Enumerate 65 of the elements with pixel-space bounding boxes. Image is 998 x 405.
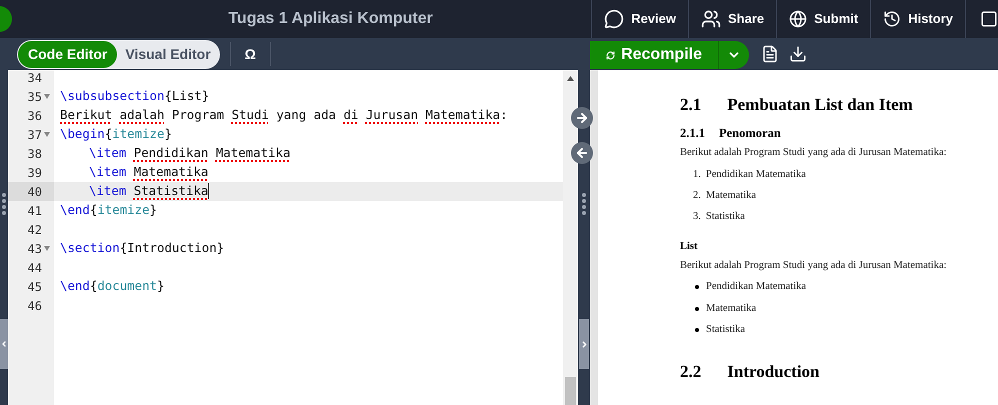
list-item: Pendidikan Matematika <box>706 280 806 294</box>
symbol-button[interactable]: Ω <box>240 44 260 64</box>
section-heading: 2.2 Introduction <box>680 361 821 383</box>
line-number: 41 <box>28 202 42 220</box>
download-icon[interactable] <box>789 45 807 63</box>
arrow-left-icon <box>575 146 589 160</box>
code-line: \section{Introduction} <box>60 239 224 258</box>
history-icon <box>883 10 902 28</box>
scroll-up-icon[interactable] <box>567 76 574 81</box>
grip-icon[interactable] <box>2 193 6 215</box>
subsection-heading: 2.1.1 Penomoran <box>680 124 782 142</box>
section-heading: 2.1 Pembuatan List dan Item <box>680 94 914 116</box>
code-line: Berikut adalah Program Studi yang ada di Jurusan Matematika: <box>60 106 508 124</box>
comment-icon <box>604 9 624 29</box>
text-cursor <box>208 183 210 200</box>
code-line: \end{document} <box>60 277 164 296</box>
line-number: 37 <box>28 126 42 144</box>
line-number: 35 <box>28 88 42 106</box>
chevron-left-icon <box>0 340 8 348</box>
grip-icon[interactable] <box>582 193 586 215</box>
code-line: \end{itemize} <box>60 201 157 220</box>
paragraph: Berikut adalah Program Studi yang ada di Jurusan Matematika: <box>680 258 948 273</box>
list-item: Matematika <box>706 188 756 203</box>
code-line: \item Matematika <box>89 163 208 182</box>
fold-icon[interactable] <box>44 246 50 251</box>
paragraph: Berikut adalah Program Studi yang ada di Jurusan Matematika: <box>680 146 948 160</box>
code-line: \item Pendidikan Matematika <box>89 144 290 162</box>
line-number: 44 <box>28 260 42 276</box>
list-number: 1. <box>693 168 701 182</box>
line-number: 43 <box>28 240 42 258</box>
bullet-icon <box>695 285 699 290</box>
layout-icon[interactable] <box>980 10 998 28</box>
document-icon[interactable] <box>761 45 779 63</box>
project-title: Tugas 1 Aplikasi Komputer <box>228 9 433 29</box>
fold-icon[interactable] <box>44 94 50 99</box>
editor-mode-tab[interactable]: Code Editor <box>18 40 118 68</box>
fold-icon[interactable] <box>44 132 50 137</box>
list-number: 3. <box>693 210 701 224</box>
code-line: \item Statistika <box>89 182 210 201</box>
paragraph-heading: List <box>680 240 699 254</box>
line-number: 42 <box>28 222 42 238</box>
globe-icon <box>789 10 808 28</box>
list-item: Matematika <box>706 302 756 316</box>
bullet-icon <box>695 328 699 332</box>
list-number: 2. <box>693 188 701 203</box>
recompile-button[interactable]: Recompile <box>590 41 718 69</box>
list-item: Statistika <box>706 210 745 224</box>
scrollbar-thumb[interactable] <box>565 377 576 405</box>
code-line: \subsubsection{List} <box>60 87 210 106</box>
line-number: 38 <box>28 146 42 162</box>
editor-mode-tab[interactable]: Visual Editor <box>117 40 219 68</box>
list-item: Statistika <box>706 323 746 338</box>
line-number: 40 <box>28 184 42 200</box>
list-item: Pendidikan Matematika <box>706 168 806 182</box>
line-number: 46 <box>28 298 42 314</box>
code-line: \begin{itemize} <box>60 125 172 144</box>
code-editor[interactable] <box>54 68 563 405</box>
bullet-icon <box>695 306 699 311</box>
users-icon <box>701 9 721 29</box>
line-number: 45 <box>28 278 42 296</box>
line-number: 34 <box>28 70 42 86</box>
chevron-right-icon <box>580 340 588 348</box>
arrow-right-icon <box>575 111 589 125</box>
line-number: 36 <box>28 108 42 124</box>
line-number: 39 <box>28 164 42 182</box>
